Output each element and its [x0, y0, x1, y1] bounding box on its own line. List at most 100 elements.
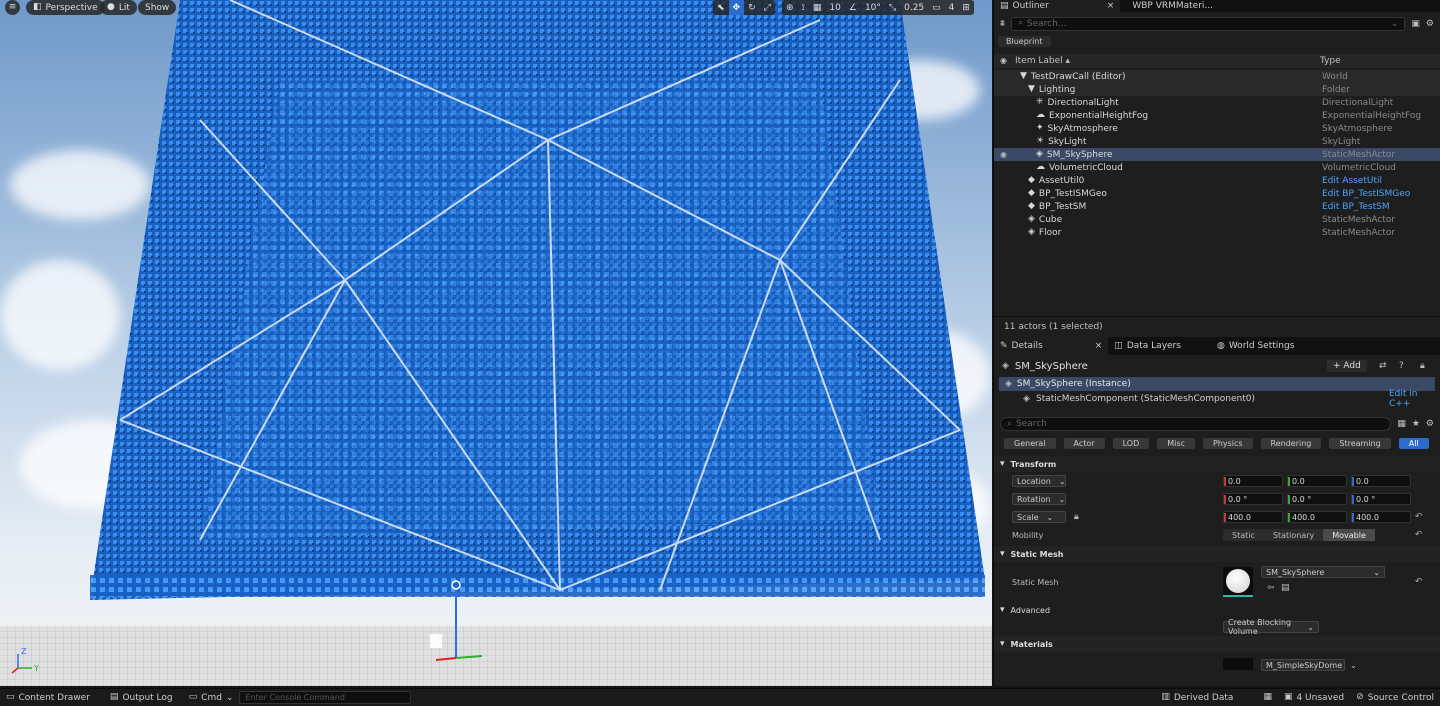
rotate-tool-icon[interactable]: ↻: [744, 3, 760, 13]
unsaved-button[interactable]: ▣ 4 Unsaved: [1278, 693, 1350, 703]
edit-blueprint-link[interactable]: Edit BP_TestSM: [1322, 202, 1390, 212]
rotation-y-input[interactable]: 0.0 °: [1287, 493, 1347, 505]
mesh-thumbnail[interactable]: [1223, 567, 1253, 597]
advanced-section-header[interactable]: ▾ Advanced: [994, 602, 1440, 618]
settings-gear-icon[interactable]: ⚙: [1426, 419, 1434, 429]
scale-z-input[interactable]: 400.0: [1351, 511, 1411, 523]
tab-wbp-vrm[interactable]: WBP VRMMateri...: [1126, 0, 1219, 12]
reset-arrow-icon[interactable]: ↶: [1415, 530, 1423, 540]
location-x-input[interactable]: 0.0: [1223, 475, 1283, 487]
world-local-icon[interactable]: ⊕: [782, 3, 798, 13]
category-lod[interactable]: LOD: [1112, 437, 1150, 449]
scale-x-input[interactable]: 400.0: [1223, 511, 1283, 523]
rotation-snap-icon[interactable]: ∠: [845, 3, 861, 13]
category-streaming[interactable]: Streaming: [1329, 437, 1391, 449]
visibility-eye-icon[interactable]: ◉: [1000, 150, 1007, 159]
category-all[interactable]: All: [1398, 437, 1429, 449]
grid-view-icon[interactable]: ▦: [1397, 419, 1406, 429]
close-icon[interactable]: ×: [1107, 1, 1115, 11]
static-mesh-picker[interactable]: SM_SkySphere ⌄: [1261, 566, 1385, 578]
edit-in-cpp-link[interactable]: Edit in C++: [1389, 389, 1440, 409]
rotation-snap-value[interactable]: 10°: [861, 3, 885, 13]
outliner-row[interactable]: ◆ BP_TestISMGeo Edit BP_TestISMGeo: [994, 187, 1440, 200]
outliner-row[interactable]: ✳ DirectionalLight DirectionalLight: [994, 96, 1440, 109]
static-mesh-section-header[interactable]: ▾ Static Mesh: [994, 546, 1440, 562]
edit-blueprint-link[interactable]: Edit BP_TestISMGeo: [1322, 189, 1410, 199]
outliner-row[interactable]: ☁ ExponentialHeightFog ExponentialHeightFo…: [994, 109, 1440, 122]
location-y-input[interactable]: 0.0: [1287, 475, 1347, 487]
lock-icon[interactable]: 🔒︎: [1420, 361, 1425, 371]
instanced-cube-volume[interactable]: [0, 0, 992, 686]
reset-arrow-icon[interactable]: ↶: [1415, 577, 1423, 587]
location-dropdown[interactable]: Location ⌄: [1012, 475, 1066, 487]
visibility-eye-icon[interactable]: ◉: [1000, 57, 1007, 65]
close-icon[interactable]: ×: [1095, 341, 1103, 351]
console-input[interactable]: Enter Console Command: [239, 691, 412, 704]
scale-y-input[interactable]: 400.0: [1287, 511, 1347, 523]
add-component-button[interactable]: + Add: [1327, 360, 1367, 372]
source-control-button[interactable]: ⊘ Source Control: [1350, 693, 1440, 703]
revision-control-icon[interactable]: ▦: [1257, 693, 1278, 702]
perspective-button[interactable]: ◧ Perspective: [26, 0, 105, 15]
outliner-row[interactable]: ◈ Floor StaticMeshActor: [994, 226, 1440, 239]
col-type[interactable]: Type: [1320, 56, 1341, 66]
rotation-z-input[interactable]: 0.0 °: [1351, 493, 1411, 505]
scale-dropdown[interactable]: Scale ⌄: [1012, 511, 1066, 523]
rotation-x-input[interactable]: 0.0 °: [1223, 493, 1283, 505]
scale-snap-value[interactable]: 0.25: [900, 3, 928, 13]
camera-speed-icon[interactable]: ▭: [928, 3, 945, 13]
grid-snap-value[interactable]: 10: [825, 3, 844, 13]
category-general[interactable]: General: [1004, 437, 1056, 449]
filter-icon[interactable]: ⩩: [1000, 19, 1005, 29]
grid-snap-icon[interactable]: ▦: [809, 3, 826, 13]
edit-blueprint-link[interactable]: Edit AssetUtil: [1322, 176, 1382, 186]
derived-data-button[interactable]: ▥ Derived Data: [1155, 693, 1239, 703]
select-tool-icon[interactable]: ⬉: [713, 3, 729, 13]
materials-section-header[interactable]: ▾ Materials: [994, 636, 1440, 652]
show-button[interactable]: Show: [138, 0, 177, 15]
outliner-row[interactable]: ◆ AssetUtil0 Edit AssetUtil: [994, 174, 1440, 187]
favorite-star-icon[interactable]: ★: [1412, 419, 1420, 429]
mobility-stationary[interactable]: Stationary: [1264, 529, 1323, 541]
outliner-row[interactable]: ☁ VolumetricCloud VolumetricCloud: [994, 161, 1440, 174]
cmd-dropdown[interactable]: ▭ Cmd ⌄: [183, 693, 240, 703]
find-in-browser-icon[interactable]: ▤: [1281, 584, 1290, 593]
camera-speed-value[interactable]: 4: [945, 3, 959, 13]
material-thumbnail[interactable]: [1223, 658, 1253, 670]
level-viewport[interactable]: Z Y ≡ ◧ Perspective ● Lit Show ⬉ ✥ ↻ ⤢ ⊕ ⟟…: [0, 0, 992, 686]
tab-outliner[interactable]: ▤ Outliner ×: [994, 0, 1121, 12]
outliner-row[interactable]: ◆ BP_TestSM Edit BP_TestSM: [994, 200, 1440, 213]
category-physics[interactable]: Physics: [1202, 437, 1253, 449]
outliner-row[interactable]: ▼ Lighting Folder: [994, 83, 1440, 96]
material-picker[interactable]: M_SimpleSkyDome ⌄: [1261, 659, 1357, 671]
category-rendering[interactable]: Rendering: [1260, 437, 1322, 449]
mobility-movable[interactable]: Movable: [1323, 529, 1375, 541]
maximize-icon[interactable]: ⊞: [958, 3, 974, 13]
outliner-row[interactable]: ◉ ◈ SM_SkySphere StaticMeshActor: [994, 148, 1440, 161]
outliner-row[interactable]: ✦ SkyAtmosphere SkyAtmosphere: [994, 122, 1440, 135]
content-drawer-button[interactable]: ▭ Content Drawer: [0, 693, 96, 703]
outliner-row[interactable]: ▼ TestDrawCall (Editor) World: [994, 70, 1440, 83]
translate-tool-icon[interactable]: ✥: [728, 0, 745, 15]
help-icon[interactable]: ?: [1399, 361, 1404, 371]
instance-row[interactable]: ◈ SM_SkySphere (Instance): [999, 377, 1435, 391]
scale-tool-icon[interactable]: ⤢: [760, 3, 775, 13]
location-z-input[interactable]: 0.0: [1351, 475, 1411, 487]
details-search-input[interactable]: ⌕ Search: [1000, 417, 1392, 431]
create-blocking-volume-button[interactable]: Create Blocking Volume ⌄: [1223, 618, 1319, 636]
add-folder-icon[interactable]: ▣: [1411, 19, 1420, 29]
rotation-dropdown[interactable]: Rotation ⌄: [1012, 493, 1066, 505]
outliner-row[interactable]: ☀ SkyLight SkyLight: [994, 135, 1440, 148]
output-log-button[interactable]: ▤ Output Log: [104, 693, 179, 703]
blueprint-icon[interactable]: ⇄: [1379, 361, 1387, 371]
browse-arrow-icon[interactable]: ⇦: [1267, 584, 1275, 593]
actor-name[interactable]: SM_SkySphere: [1015, 361, 1088, 372]
outliner-search-input[interactable]: ⌕ Search... ⌄: [1010, 17, 1406, 31]
transform-section-header[interactable]: ▾ Transform: [994, 456, 1440, 472]
col-item-label[interactable]: Item Label ▴: [1015, 56, 1070, 66]
category-actor[interactable]: Actor: [1063, 437, 1105, 449]
outliner-row[interactable]: ◈ Cube StaticMeshActor: [994, 213, 1440, 226]
blueprint-filter-chip[interactable]: Blueprint: [998, 36, 1051, 47]
scale-snap-icon[interactable]: ⤡: [885, 3, 900, 13]
tab-details[interactable]: ✎ Details ×: [994, 337, 1109, 355]
